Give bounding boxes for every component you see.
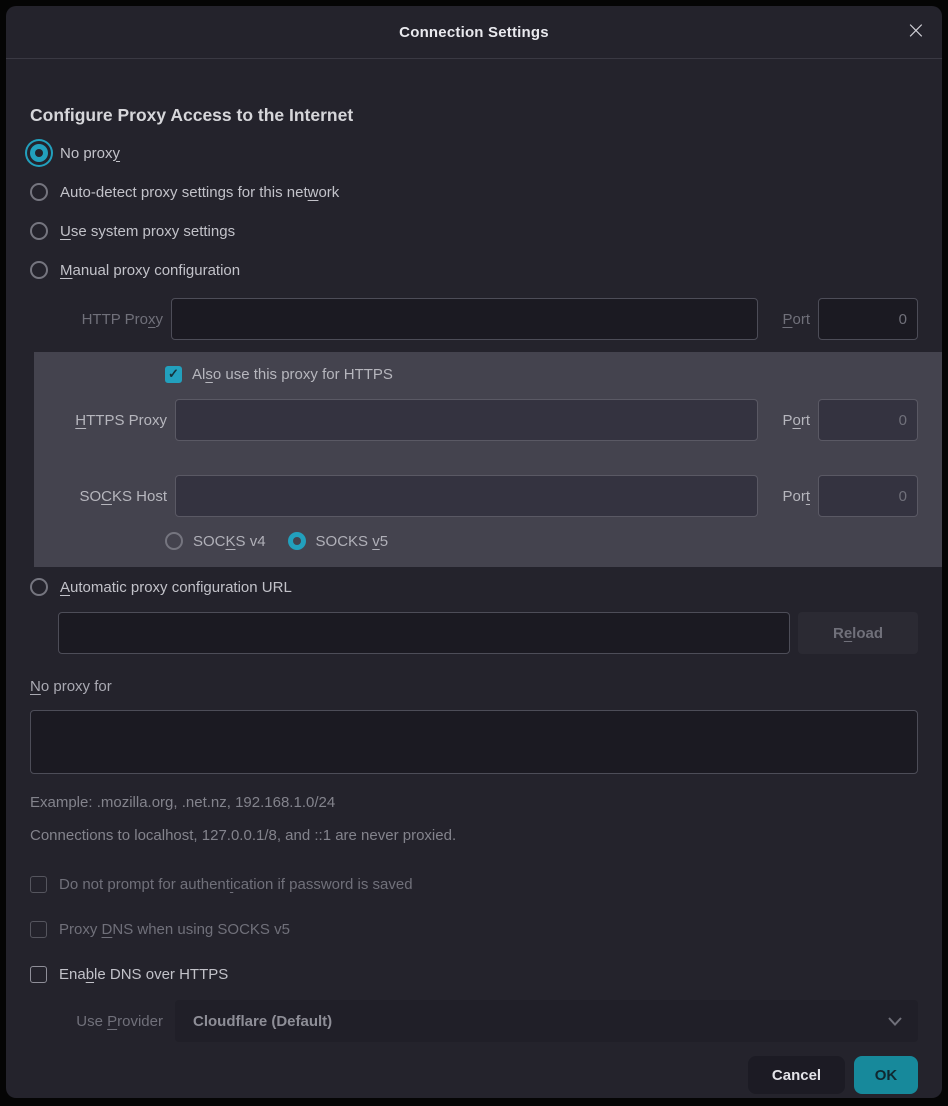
enable-doh-label: Enable DNS over HTTPS xyxy=(59,966,228,983)
checkbox-checked[interactable]: ✓ xyxy=(165,366,182,383)
radio-manual-proxy[interactable]: Manual proxy configuration xyxy=(30,258,918,282)
socks-host-label: SOCKS Host xyxy=(34,488,167,505)
http-proxy-row: HTTP Proxy Port xyxy=(30,298,918,340)
http-proxy-input[interactable] xyxy=(171,298,758,340)
checkbox-unchecked[interactable] xyxy=(30,966,47,983)
radio-button[interactable] xyxy=(30,222,48,240)
provider-dropdown-value: Cloudflare (Default) xyxy=(193,1013,332,1030)
also-https-label: Also use this proxy for HTTPS xyxy=(192,366,393,383)
radio-auto-url[interactable]: Automatic proxy configuration URL xyxy=(30,575,918,599)
radio-button[interactable] xyxy=(30,578,48,596)
radio-button[interactable] xyxy=(165,532,183,550)
https-proxy-label: HTTPS Proxy xyxy=(34,412,167,429)
check-icon: ✓ xyxy=(168,366,179,382)
checkbox-unchecked[interactable] xyxy=(30,876,47,893)
http-port-input[interactable] xyxy=(818,298,918,340)
radio-manual-proxy-label: Manual proxy configuration xyxy=(60,262,240,279)
http-proxy-label: HTTP Proxy xyxy=(30,311,163,328)
ok-button[interactable]: OK xyxy=(854,1056,918,1094)
radio-button[interactable] xyxy=(30,183,48,201)
radio-auto-url-label: Automatic proxy configuration URL xyxy=(60,579,292,596)
dialog-titlebar: Connection Settings × xyxy=(6,6,942,59)
https-port-input[interactable] xyxy=(818,399,918,441)
socks-v4-label: SOCKS v4 xyxy=(193,533,266,550)
use-provider-label: Use Provider xyxy=(30,1013,163,1030)
socks-host-input[interactable] xyxy=(175,475,758,517)
radio-auto-detect-label: Auto-detect proxy settings for this netw… xyxy=(60,184,339,201)
also-https-checkbox-row[interactable]: ✓ Also use this proxy for HTTPS xyxy=(165,362,918,386)
reload-button[interactable]: Reload xyxy=(798,612,918,654)
radio-auto-detect[interactable]: Auto-detect proxy settings for this netw… xyxy=(30,180,918,204)
radio-system-proxy[interactable]: Use system proxy settings xyxy=(30,219,918,243)
localhost-note-text: Connections to localhost, 127.0.0.1/8, a… xyxy=(30,827,918,844)
page-title: Configure Proxy Access to the Internet xyxy=(30,105,918,126)
socks-port-input[interactable] xyxy=(818,475,918,517)
proxy-dns-label: Proxy DNS when using SOCKS v5 xyxy=(59,921,290,938)
example-text: Example: .mozilla.org, .net.nz, 192.168.… xyxy=(30,794,918,811)
radio-system-proxy-label: Use system proxy settings xyxy=(60,223,235,240)
dialog-actions: Cancel OK xyxy=(30,1056,918,1094)
socks-version-row: SOCKS v4 SOCKS v5 xyxy=(165,529,918,553)
radio-no-proxy[interactable]: No proxy xyxy=(30,141,918,165)
https-port-label: Port xyxy=(766,412,810,429)
auto-url-row: Reload xyxy=(58,612,918,654)
https-highlight-panel: ✓ Also use this proxy for HTTPS HTTPS Pr… xyxy=(34,352,942,567)
radio-socks-v4[interactable]: SOCKS v4 xyxy=(165,532,266,550)
http-port-label: Port xyxy=(766,311,810,328)
checkbox-unchecked[interactable] xyxy=(30,921,47,938)
radio-button[interactable] xyxy=(30,261,48,279)
cancel-button[interactable]: Cancel xyxy=(748,1056,845,1094)
connection-settings-dialog: Connection Settings × Configure Proxy Ac… xyxy=(6,6,942,1098)
socks-port-label: Port xyxy=(766,488,810,505)
no-prompt-label: Do not prompt for authentication if pass… xyxy=(59,876,413,893)
chevron-down-icon xyxy=(888,1017,902,1026)
auto-config-url-input[interactable] xyxy=(58,612,790,654)
close-icon[interactable]: × xyxy=(906,18,926,42)
socks-host-row: SOCKS Host Port xyxy=(34,475,918,517)
dialog-title: Connection Settings xyxy=(399,24,549,41)
provider-dropdown[interactable]: Cloudflare (Default) xyxy=(175,1000,918,1042)
radio-button-selected[interactable] xyxy=(288,532,306,550)
https-proxy-input[interactable] xyxy=(175,399,758,441)
radio-socks-v5[interactable]: SOCKS v5 xyxy=(288,532,389,550)
dialog-content: Configure Proxy Access to the Internet N… xyxy=(6,105,942,1094)
no-prompt-checkbox-row[interactable]: Do not prompt for authentication if pass… xyxy=(30,872,918,896)
no-proxy-for-textarea[interactable] xyxy=(30,710,918,774)
https-proxy-row: HTTPS Proxy Port xyxy=(34,399,918,441)
provider-row: Use Provider Cloudflare (Default) xyxy=(30,1000,918,1042)
no-proxy-for-label: No proxy for xyxy=(30,674,918,698)
enable-doh-checkbox-row[interactable]: Enable DNS over HTTPS xyxy=(30,962,918,986)
radio-button-selected[interactable] xyxy=(30,144,48,162)
radio-no-proxy-label: No proxy xyxy=(60,145,120,162)
proxy-dns-checkbox-row[interactable]: Proxy DNS when using SOCKS v5 xyxy=(30,917,918,941)
socks-v5-label: SOCKS v5 xyxy=(316,533,389,550)
